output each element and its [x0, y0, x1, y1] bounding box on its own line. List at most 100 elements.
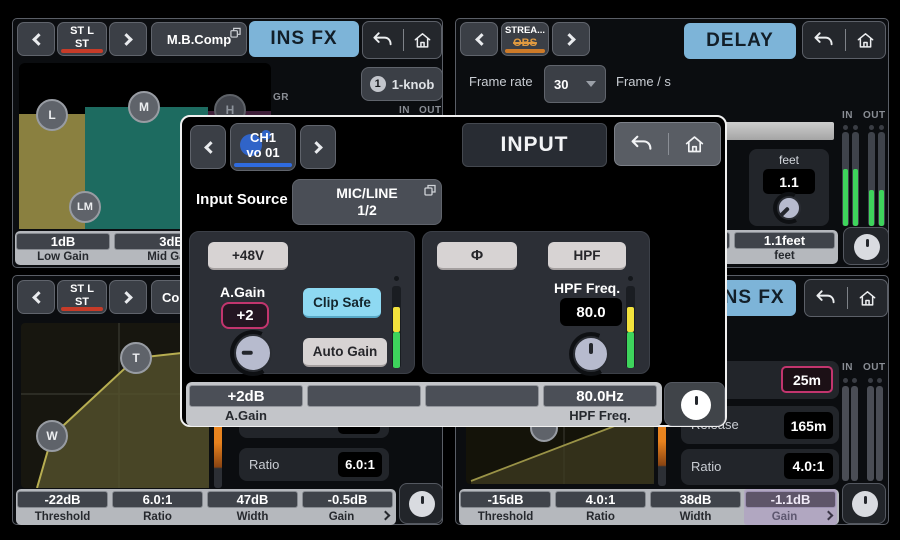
channel-name: ST L: [70, 25, 94, 37]
home-icon[interactable]: [858, 289, 877, 308]
hpf-knob[interactable]: [569, 332, 613, 376]
next-channel-button[interactable]: [109, 280, 147, 314]
next-channel-button[interactable]: [109, 22, 147, 56]
param-gain[interactable]: -1.1dB Gain: [744, 489, 837, 525]
width-handle[interactable]: W: [36, 420, 68, 452]
next-channel-button[interactable]: [552, 22, 590, 56]
ratio-label: Ratio: [249, 457, 279, 472]
channel-color-bar: [61, 49, 103, 53]
meter-in-l: [842, 132, 849, 226]
param-ratio[interactable]: 4.0:1 Ratio: [554, 489, 647, 525]
knob-assign-box[interactable]: [843, 227, 889, 265]
channel-sub: ST: [75, 38, 89, 50]
param-again[interactable]: +2dB A.Gain: [188, 382, 304, 426]
param-ratio[interactable]: 6.0:1 Ratio: [111, 489, 204, 525]
gr-label: GR: [273, 92, 289, 103]
frame-rate-dropdown[interactable]: 30: [544, 65, 606, 103]
nav-group: [614, 122, 721, 166]
band-handle-mid[interactable]: M: [128, 91, 160, 123]
param-low-gain[interactable]: 1dB Low Gain: [15, 231, 111, 265]
param-threshold[interactable]: -22dB Threshold: [16, 489, 109, 525]
channel-color-bar: [505, 49, 545, 53]
channel-name: ST L: [70, 283, 94, 295]
ratio-value: 6.0:1: [338, 452, 382, 477]
band-handle-lowmid[interactable]: LM: [69, 191, 101, 223]
nav-group: [362, 21, 442, 59]
meter-in-l: [842, 386, 849, 481]
auto-gain-button[interactable]: Auto Gain: [303, 338, 387, 367]
knob-assign-box[interactable]: [664, 382, 725, 426]
clip-safe-button[interactable]: Clip Safe: [303, 288, 381, 318]
delay-knob[interactable]: [773, 192, 805, 224]
home-icon[interactable]: [856, 31, 875, 50]
again-value[interactable]: +2: [221, 302, 269, 329]
meter-out-r: [878, 132, 885, 226]
chevron-right-icon: [563, 33, 576, 46]
param-bar: -22dB Threshold 6.0:1 Ratio 47dB Width -…: [16, 489, 396, 525]
param-width[interactable]: 47dB Width: [206, 489, 299, 525]
meter-out-l: [868, 132, 875, 226]
back-icon[interactable]: [813, 31, 834, 49]
channel-select-button[interactable]: STREA... OBS: [501, 22, 549, 56]
fx-select-button[interactable]: M.B.Comp: [151, 22, 247, 56]
band-handle-low[interactable]: L: [36, 99, 68, 131]
channel-sub: vo 01: [246, 146, 279, 160]
prev-channel-button[interactable]: [460, 22, 498, 56]
input-source-label: Input Source: [196, 191, 288, 208]
again-knob[interactable]: [230, 330, 276, 376]
divider: [845, 29, 846, 51]
channel-select-button[interactable]: CH1 vo 01: [230, 123, 296, 171]
ratio-label: Ratio: [691, 459, 721, 474]
hpf-button[interactable]: HPF: [548, 242, 626, 270]
channel-name: STREA...: [505, 26, 545, 36]
input-source-button[interactable]: MIC/LINE 1/2: [292, 179, 442, 225]
ratio-row[interactable]: Ratio 4.0:1: [681, 449, 839, 485]
out-label: OUT: [863, 110, 886, 121]
divider: [847, 287, 848, 309]
knob-assign-box[interactable]: [399, 483, 443, 524]
home-icon[interactable]: [413, 31, 432, 50]
param-threshold[interactable]: -15dB Threshold: [459, 489, 552, 525]
hpf-freq-value[interactable]: 80.0: [560, 298, 622, 326]
param-empty-2[interactable]: [424, 382, 540, 426]
param-hpf-freq[interactable]: 80.0Hz HPF Freq.: [542, 382, 658, 426]
ratio-value[interactable]: 4.0:1: [784, 453, 833, 479]
param-empty-1[interactable]: [306, 382, 422, 426]
phase-button[interactable]: Φ: [437, 242, 517, 270]
input-popup: CH1 vo 01 INPUT Input Source MIC/LINE 1/…: [180, 115, 727, 427]
next-channel-button[interactable]: [300, 125, 336, 169]
copy-icon: [424, 184, 436, 196]
one-knob-button[interactable]: 1 1-knob: [361, 67, 443, 101]
prev-channel-button[interactable]: [17, 280, 55, 314]
channel-select-button[interactable]: ST L ST: [57, 280, 107, 314]
divider: [668, 133, 669, 155]
release-value[interactable]: 165m: [784, 412, 833, 439]
back-icon[interactable]: [630, 134, 653, 154]
frame-unit-label: Frame / s: [616, 74, 671, 89]
param-bar: -15dB Threshold 4.0:1 Ratio 38dB Width -…: [459, 489, 839, 525]
param-gain[interactable]: -0.5dB Gain: [301, 489, 394, 525]
channel-color-bar: [61, 307, 103, 311]
param-delay-feet[interactable]: 1.1feet feet: [733, 230, 836, 264]
back-icon[interactable]: [372, 31, 393, 49]
mixer-screen: ST L ST M.B.Comp INS FX L M H: [0, 0, 900, 540]
ratio-row[interactable]: Ratio 6.0:1: [239, 448, 389, 481]
frame-rate-value: 30: [554, 77, 568, 92]
home-icon[interactable]: [684, 134, 705, 155]
hpf-freq-label: HPF Freq.: [554, 280, 620, 296]
knob-icon: [866, 239, 869, 247]
back-icon[interactable]: [815, 289, 836, 307]
in-label: IN: [842, 362, 853, 373]
attack-value[interactable]: 25m: [781, 366, 833, 393]
delay-value[interactable]: 1.1: [763, 169, 815, 194]
param-bar: +2dB A.Gain 80.0Hz HPF Freq.: [186, 382, 662, 426]
phantom-button[interactable]: +48V: [208, 242, 288, 270]
knob-assign-box[interactable]: [842, 483, 886, 524]
meter-in-r: [852, 132, 859, 226]
prev-channel-button[interactable]: [190, 125, 226, 169]
prev-channel-button[interactable]: [17, 22, 55, 56]
channel-select-button[interactable]: ST L ST: [57, 22, 107, 56]
one-knob-badge-icon: 1: [370, 76, 386, 92]
threshold-handle[interactable]: T: [120, 342, 152, 374]
param-width[interactable]: 38dB Width: [649, 489, 742, 525]
